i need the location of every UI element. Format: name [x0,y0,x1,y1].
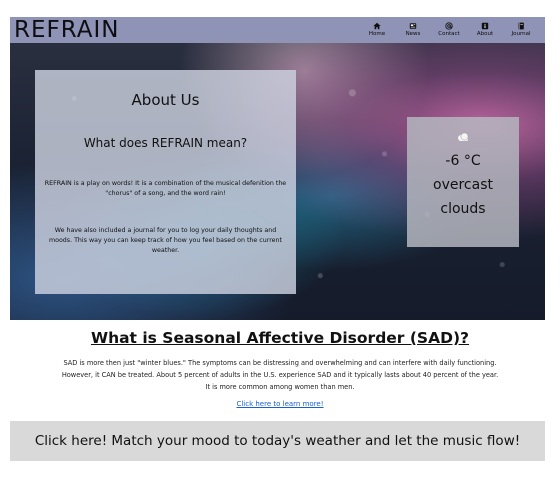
brand-logo[interactable]: REFRAIN [10,17,120,43]
weather-temperature: -6 °C [445,153,481,169]
nav-journal[interactable]: Journal [503,17,539,43]
about-paragraph-meaning: REFRAIN is a play on words! It is a comb… [44,180,287,197]
weather-panel: -6 °C overcast clouds [407,117,519,247]
nav-about[interactable]: About [467,17,503,43]
header-bar: REFRAIN Home News Contact About Journal [10,17,545,43]
about-paragraph-journal: We have also included a journal for you … [48,227,283,254]
info-icon [481,22,489,30]
nav-contact-label: Contact [438,31,460,38]
about-subtitle: What does REFRAIN mean? [83,136,248,150]
news-icon [409,22,417,30]
home-icon [373,22,381,30]
nav-contact[interactable]: Contact [431,17,467,43]
learn-more-link[interactable]: Click here to learn more! [0,400,560,408]
weather-description-line1: overcast [433,177,493,193]
main-nav: Home News Contact About Journal [359,17,545,43]
nav-news-label: News [405,31,421,38]
nav-news[interactable]: News [395,17,431,43]
weather-description: overcast clouds [407,173,519,221]
sad-heading: What is Seasonal Affective Disorder (SAD… [90,329,470,347]
page: REFRAIN Home News Contact About Journal … [0,0,560,489]
about-panel: About Us What does REFRAIN mean? REFRAIN… [35,70,296,294]
nav-journal-label: Journal [511,31,531,38]
nav-home-label: Home [368,31,386,38]
journal-icon [517,22,525,30]
at-icon [445,22,453,30]
sad-description: SAD is more then just "winter blues." Th… [61,359,499,391]
mood-music-cta-button[interactable]: Click here! Match your mood to today's w… [10,421,545,461]
hero-rain-background: About Us What does REFRAIN mean? REFRAIN… [10,43,545,320]
nav-home[interactable]: Home [359,17,395,43]
nav-about-label: About [476,31,494,38]
about-title: About Us [131,91,200,109]
cloud-icon [407,131,519,145]
weather-description-line2: clouds [440,201,486,217]
